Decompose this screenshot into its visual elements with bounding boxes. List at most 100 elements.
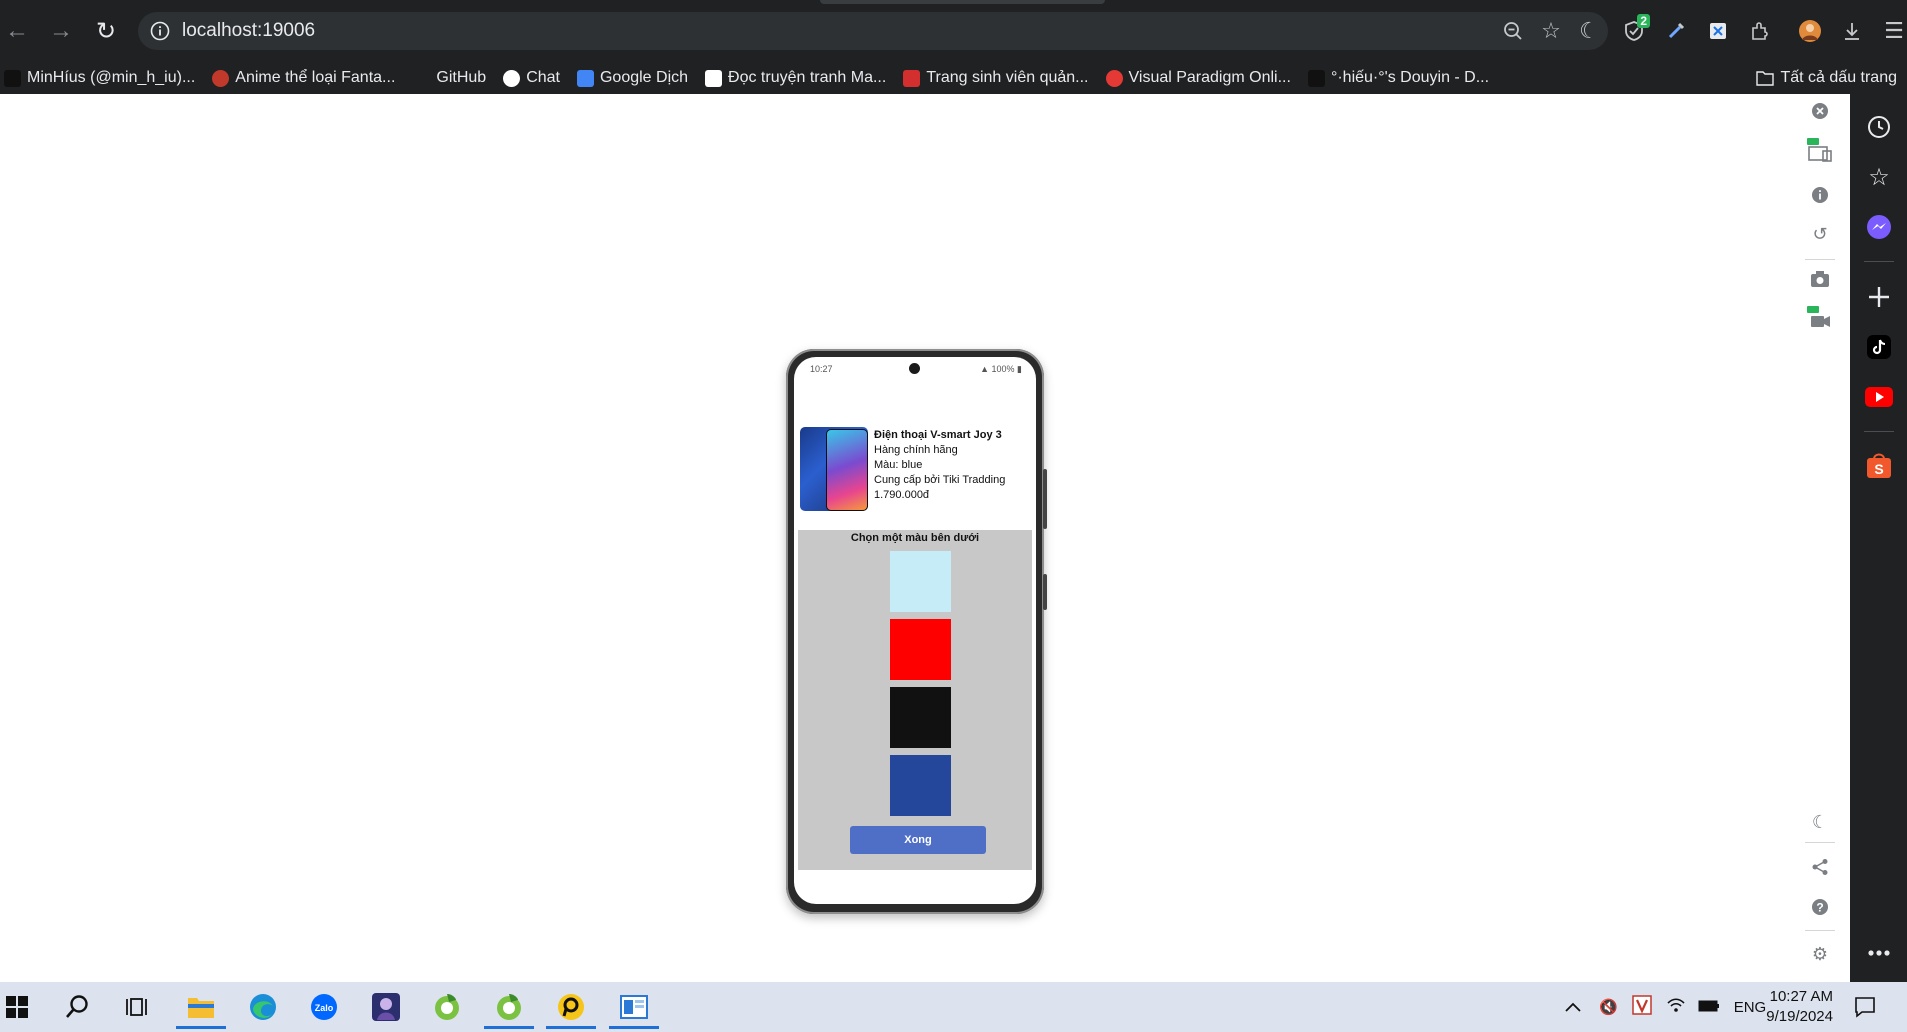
share-icon[interactable] <box>1795 852 1845 882</box>
color-swatch-blue[interactable] <box>890 755 951 816</box>
browser-toolbar: ← → ↻ localhost:19006 ☆ ☾ 2 ☰ <box>0 0 1907 62</box>
product-price: 1.790.000đ <box>874 489 930 501</box>
anime-site-icon <box>212 69 230 87</box>
more-options-icon[interactable] <box>1858 932 1900 974</box>
task-view-icon[interactable] <box>112 985 162 1029</box>
active-indicator <box>176 1026 226 1029</box>
forward-button[interactable]: → <box>44 14 78 48</box>
bookmark-item[interactable]: Visual Paradigm Onli... <box>1105 69 1291 87</box>
bookmarks-bar: MinHíus (@min_h_iu)... Anime thể loại Fa… <box>0 62 1907 94</box>
camera-icon[interactable] <box>1795 264 1845 294</box>
wifi-icon[interactable] <box>1666 997 1686 1017</box>
product-seller: Cung cấp bởi Tiki Tradding <box>874 474 1006 486</box>
status-time: 10:27 <box>810 364 833 374</box>
tiktok-panel-icon[interactable] <box>1858 326 1900 368</box>
notifications-icon[interactable] <box>1840 985 1890 1029</box>
signal-icon: ▲ <box>980 364 992 374</box>
search-icon[interactable] <box>52 985 102 1029</box>
color-swatch-black[interactable] <box>890 687 951 748</box>
url-text[interactable]: localhost:19006 <box>182 20 315 42</box>
file-explorer-icon[interactable] <box>176 985 226 1029</box>
reload-icon: ↻ <box>95 17 117 45</box>
menu-icon[interactable]: ☰ <box>1875 12 1907 50</box>
messenger-icon[interactable] <box>1858 206 1900 248</box>
record-video-icon[interactable] <box>1795 304 1845 334</box>
info-icon[interactable] <box>1795 180 1845 210</box>
moon-icon[interactable]: ☾ <box>1795 807 1845 837</box>
divider <box>1864 431 1894 432</box>
vietkey-icon[interactable] <box>1631 995 1652 1019</box>
bookmark-item[interactable]: GitHub <box>436 69 486 87</box>
shopee-panel-icon[interactable]: S <box>1858 444 1900 486</box>
all-bookmarks-button[interactable]: Tất cả dấu trang <box>1756 62 1897 94</box>
edge-browser-icon[interactable] <box>238 985 288 1029</box>
extension-badge: 2 <box>1637 14 1650 28</box>
bookmark-star-icon[interactable]: ☆ <box>1532 12 1570 50</box>
zoom-out-icon[interactable] <box>1494 12 1532 50</box>
windows-start-icon[interactable] <box>0 985 42 1029</box>
bookmark-item[interactable]: Google Dịch <box>576 69 688 87</box>
battery-icon[interactable] <box>1698 999 1720 1016</box>
taskbar: Zalo 🔇 ENG 10:27 AM 9/19/2024 <box>0 982 1907 1032</box>
google-translate-icon <box>576 69 594 87</box>
address-bar[interactable]: localhost:19006 ☆ ☾ <box>138 12 1608 50</box>
tab-strip-edge <box>820 0 1105 4</box>
shield-extension-icon[interactable]: 2 <box>1615 12 1653 50</box>
status-bar: 10:27 ▲ 100% ▮ <box>794 357 1036 379</box>
bookmark-item[interactable]: MinHíus (@min_h_iu)... <box>4 69 195 87</box>
bookmark-item[interactable]: Anime thể loại Fanta... <box>212 69 395 87</box>
history-icon[interactable] <box>1858 106 1900 148</box>
add-panel-icon[interactable] <box>1858 276 1900 318</box>
help-icon[interactable]: ? <box>1795 892 1845 922</box>
taskbar-clock[interactable]: 10:27 AM 9/19/2024 <box>1766 987 1833 1027</box>
tiktok-icon <box>4 69 21 87</box>
zalo-icon[interactable]: Zalo <box>299 985 349 1029</box>
dark-mode-icon[interactable]: ☾ <box>1570 12 1608 50</box>
product-image <box>800 427 868 511</box>
power-button <box>1043 574 1047 610</box>
profile-avatar-icon[interactable] <box>1791 12 1829 50</box>
color-swatch-red[interactable] <box>890 619 951 680</box>
back-button[interactable]: ← <box>0 14 34 48</box>
close-icon[interactable] <box>1795 96 1845 126</box>
manga-site-icon <box>705 69 723 87</box>
phone-screen-art <box>826 429 868 511</box>
bookmark-item[interactable]: Trang sinh viên quản... <box>903 69 1089 87</box>
download-icon[interactable] <box>1833 12 1871 50</box>
color-swatch-light-blue[interactable] <box>890 551 951 612</box>
device-toolbar: ↺ ☾ ? ⚙ <box>1795 94 1845 982</box>
translate-extension-icon[interactable] <box>1699 12 1737 50</box>
color-picker-panel: Chọn một màu bên dưới Xong <box>798 530 1032 870</box>
puzzle-extensions-icon[interactable] <box>1741 12 1779 50</box>
bookmark-label: Chat <box>526 69 560 86</box>
bookmark-item[interactable]: °·hiếu·°'s Douyin - D... <box>1307 69 1490 87</box>
visual-studio-code-icon[interactable] <box>609 985 659 1029</box>
youtube-panel-icon[interactable] <box>1858 376 1900 418</box>
system-tray: 🔇 ENG <box>1565 982 1766 1032</box>
folder-icon <box>1756 71 1775 86</box>
coccoc-browser-icon[interactable] <box>422 985 472 1029</box>
game-app-icon[interactable] <box>361 985 411 1029</box>
phone-screen: 10:27 ▲ 100% ▮ Điện thoại V-smart Joy 3 … <box>794 357 1036 904</box>
volume-muted-icon[interactable]: 🔇 <box>1599 998 1618 1016</box>
visual-paradigm-icon <box>1105 69 1123 87</box>
arrow-right-icon: → <box>49 17 73 44</box>
reload-button[interactable]: ↻ <box>89 14 123 48</box>
bookmark-label: °·hiếu·°'s Douyin - D... <box>1330 69 1490 86</box>
eyedropper-icon[interactable] <box>1657 12 1695 50</box>
site-info-icon[interactable] <box>148 19 172 43</box>
done-button[interactable]: Xong <box>850 826 986 854</box>
phone-frame: 10:27 ▲ 100% ▮ Điện thoại V-smart Joy 3 … <box>786 349 1047 914</box>
remote-app-icon[interactable] <box>546 985 596 1029</box>
rotate-icon[interactable]: ↺ <box>1795 219 1845 249</box>
favorites-star-icon[interactable]: ☆ <box>1858 156 1900 198</box>
settings-gear-icon[interactable]: ⚙ <box>1795 939 1845 969</box>
bookmark-item[interactable]: Đọc truyện tranh Ma... <box>705 69 886 87</box>
bookmark-item[interactable]: Chat <box>503 69 560 87</box>
language-indicator[interactable]: ENG <box>1734 999 1767 1016</box>
bookmark-label: MinHíus (@min_h_iu)... <box>27 69 196 86</box>
chevron-up-icon[interactable] <box>1565 999 1581 1016</box>
volume-button <box>1043 469 1047 529</box>
coccoc-browser-active-icon[interactable] <box>484 985 534 1029</box>
responsive-layout-icon[interactable] <box>1795 136 1845 166</box>
